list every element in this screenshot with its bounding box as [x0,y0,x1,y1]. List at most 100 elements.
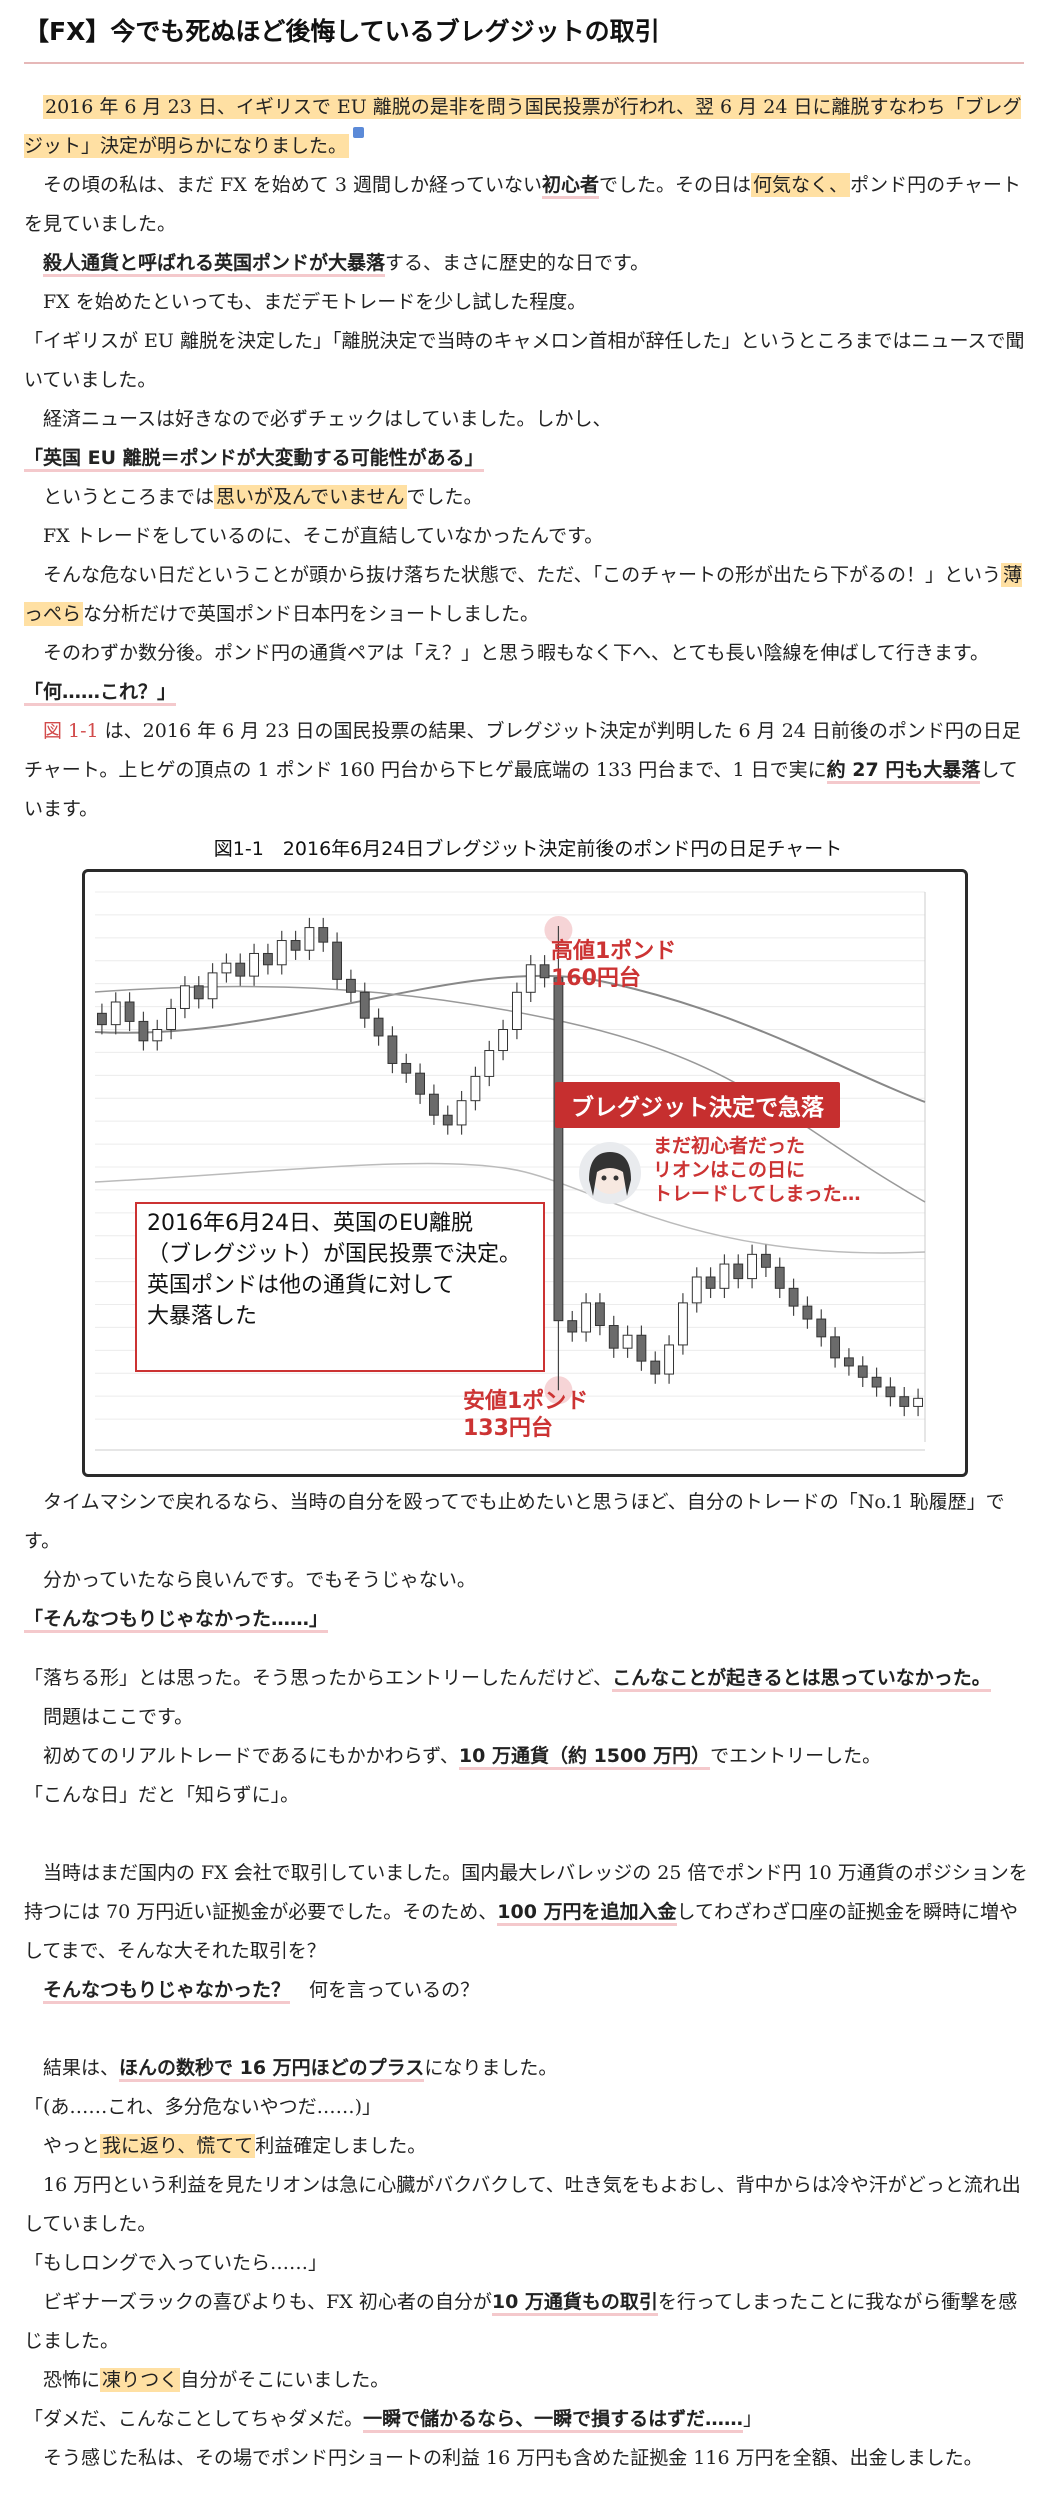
paragraph: 問題はここです。 [43,1706,194,1728]
candle-body [498,1029,509,1052]
candle-body [885,1386,896,1398]
candle-body [857,1365,868,1378]
text: でした。 [406,486,483,508]
note-icon[interactable] [353,127,365,138]
candle-body [304,927,315,951]
candle-body [871,1376,882,1388]
paragraph: 「(あ……これ、多分危ないやつだ……)」 [24,2096,382,2118]
candle-body [359,991,370,1019]
candle-body [428,1093,439,1116]
high-label-value: 160円台 [551,966,641,991]
text: 「落ちる形」とは思った。そう思ったからエントリーしたんだけど、 [24,1667,613,1689]
paragraph: 「こんな日」だと「知らずに」。 [24,1784,300,1806]
quote-text: 「そんなつもりじゃなかった……」 [24,1608,329,1633]
candle-body [96,1012,107,1026]
paragraph: 殺人通貨と呼ばれる英国ポンドが大暴落する、まさに歴史的な日です。 [24,244,1032,283]
box-line: 英国ポンドは他の通貨に対して [147,1273,455,1298]
paragraph: 「ダメだ、こんなことしてちゃダメだ。一瞬で儲かるなら、一瞬で損するはずだ……」 [24,2400,1032,2439]
emphasis-text: 10 万通貨もの取引 [491,2291,658,2316]
emphasis-text: ほんの数秒で 16 万円ほどのプラス [119,2057,425,2082]
text: 結果は、 [43,2057,120,2079]
paragraph: そんな危ない日だということが頭から抜け落ちた状態で、ただ、「このチャートの形が出… [24,556,1032,634]
quote-text: 「何……これ？」 [24,681,177,706]
candle-body [788,1287,799,1307]
candle-body [622,1334,633,1349]
candle-body [401,1062,412,1074]
candle-body [594,1302,605,1327]
candle-body [650,1360,661,1375]
text: する、まさに歴史的な日です。 [385,252,650,274]
box-line: 2016年6月24日、英国のEU離脱 [147,1211,473,1236]
emphasis-text: 約 27 円も大暴落 [826,759,981,784]
paragraph: ビギナーズラックの喜びよりも、FX 初心者の自分が10 万通貨もの取引を行ってし… [24,2283,1032,2361]
candle-body [415,1072,426,1095]
candle-body [760,1253,771,1268]
candle-body [332,941,343,980]
candle-body [539,964,550,979]
highlight-text: 何気なく、 [751,173,851,197]
candle-body [733,1263,744,1280]
low-annotation: 安値1ポンド 133円台 [463,1388,588,1442]
paragraph: 「もしロングで入っていたら……」 [24,2252,328,2274]
paragraph: 16 万円という利益を見たリオンは急に心臓がバクバクして、吐き気をもよおし、背中… [24,2174,1021,2235]
figure-link[interactable]: 図 1-1 [43,720,99,742]
text: でエントリーした。 [710,1745,882,1767]
candle-body [553,977,564,1322]
candle-body [608,1325,619,1349]
candle-body [221,962,232,974]
paragraph: 「イギリスが EU 離脱を決定した」「離脱決定で当時のキャメロン首相が辞任した」… [24,330,1025,391]
article-title: 【FX】今でも死ぬほど後悔しているブレグジットの取引 [24,12,1024,64]
paragraph: 「そんなつもりじゃなかった……」 [24,1600,1032,1639]
highlight-text: 我に返り、慌てて [100,2134,256,2158]
candle-body [235,962,246,977]
candle-body [691,1276,702,1304]
highlight-text: 2016 年 6 月 23 日、イギリスで EU 離脱の是非を問う国民投票が行わ… [24,95,1022,158]
text: 恐怖に [43,2369,101,2391]
candle-body [207,972,218,1000]
emphasis-text: 10 万通貨（約 1500 万円） [458,1745,711,1770]
candle-body [567,1320,578,1333]
paragraph: 「落ちる形」とは思った。そう思ったからエントリーしたんだけど、こんなことが起きる… [24,1659,1032,1698]
text: というところまでは [43,486,215,508]
text: でした。その日は [599,174,752,196]
article-body: 2016 年 6 月 23 日、イギリスで EU 離脱の是非を問う国民投票が行わ… [24,88,1032,2478]
paragraph: 当時はまだ国内の FX 会社で取引していました。国内最大レバレッジの 25 倍で… [24,1854,1032,1971]
emphasis-text: 殺人通貨と呼ばれる英国ポンドが大暴落 [43,252,386,277]
highlight-text: 思いが及んでいません [214,485,407,509]
candle-body [774,1266,785,1289]
article-page: 【FX】今でも死ぬほど後悔しているブレグジットの取引 2016 年 6 月 23… [0,0,1056,2514]
candle-body [318,927,329,943]
paragraph: 「何……これ？」 [24,673,1032,712]
candle-body [484,1050,495,1077]
box-line: 大暴落した [147,1304,258,1329]
paragraph: タイムマシンで戻れるなら、当時の自分を殴ってでも止めたいと思うほど、自分のトレー… [24,1491,1005,1552]
high-label: 高値1ポンド [551,939,677,964]
avatar-note: まだ初心者だった リオンはこの日に トレードしてしまった… [653,1134,861,1206]
paragraph: 図 1-1 は、2016 年 6 月 23 日の国民投票の結果、ブレグジット決定… [24,712,1032,829]
paragraph: FX トレードをしているのに、そこが直結していなかったんです。 [43,525,604,547]
text: その頃の私は、まだ FX を始めて 3 週間しか経っていない [43,174,543,196]
candle-body [152,1029,163,1042]
candle-body [345,978,356,993]
highlight-text: 凍りつく [100,2368,181,2392]
quote-text: 「英国 EU 離脱＝ポンドが大変動する可能性がある」 [24,447,484,472]
text: 「ダメだ、こんなことしてちゃダメだ。 [24,2408,364,2430]
candle-body [387,1035,398,1064]
candle-body [138,1020,149,1042]
emphasis-text: こんなことが起きるとは思っていなかった。 [612,1667,991,1692]
paragraph: 2016 年 6 月 23 日、イギリスで EU 離脱の是非を問う国民投票が行わ… [24,88,1032,166]
paragraph: やっと 我に返り、慌てて 利益確定しました。 [24,2127,1032,2166]
low-label-value: 133円台 [463,1416,553,1441]
candle-body [290,940,301,951]
high-annotation: 高値1ポンド 160円台 [551,938,676,992]
candle-body [816,1318,827,1338]
low-label: 安値1ポンド [463,1389,589,1414]
candle-body [636,1334,647,1362]
candle-body [747,1253,758,1280]
paragraph: 分かっていたなら良いんです。でもそうじゃない。 [43,1569,476,1591]
paragraph: 経済ニュースは好きなので必ずチェックはしていました。しかし、 [43,408,612,430]
text: 何を言っているの？ [290,1979,480,2001]
